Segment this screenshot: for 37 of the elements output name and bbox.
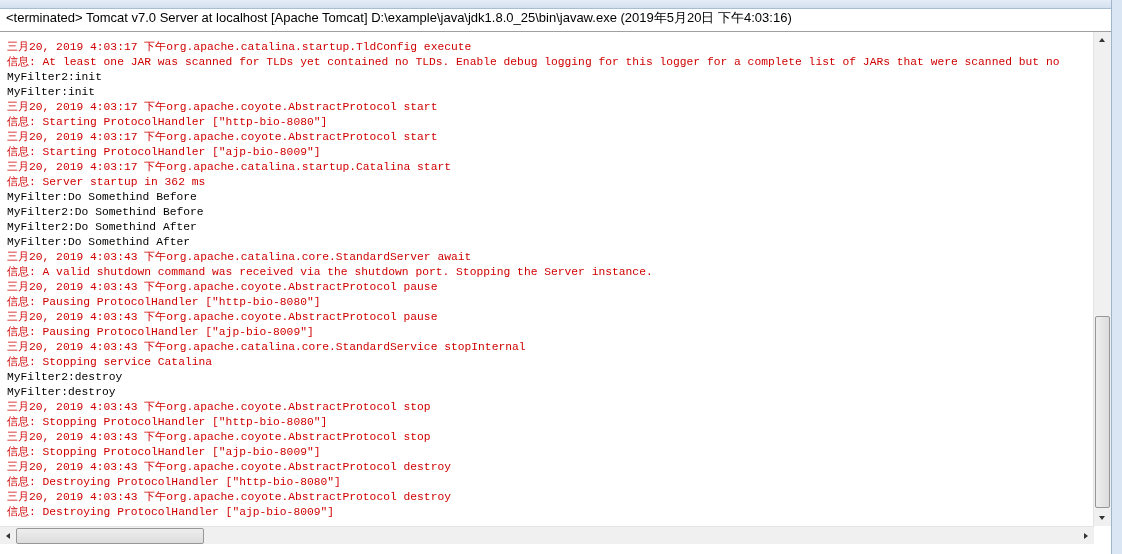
log-line: 信息: Stopping ProtocolHandler ["ajp-bio-8009"] [7,445,322,460]
log-line: 信息: Pausing ProtocolHandler ["http-bio-8080"] [7,295,322,310]
log-line: 信息: Destroying ProtocolHandler ["http-bio-8080"] [7,475,342,490]
log-line: 三月20, 2019 4:03:43 下午org.apache.coyote.AbstractProtocol destroy [7,460,452,475]
log-line: 信息: At least one JAR was scanned for TLDs yet contained no TLDs. Enable debug logging for this logger for a complete list of JARs that were scanned but no [7,55,1061,70]
log-line: 三月20, 2019 4:03:43 下午org.apache.catalina.core.StandardServer await [7,250,473,265]
horizontal-scrollbar[interactable] [0,526,1094,544]
log-line: 三月20, 2019 4:03:17 下午org.apache.catalina.startup.Catalina start [7,160,452,175]
vertical-scrollbar[interactable] [1093,32,1111,526]
log-line: 三月20, 2019 4:03:43 下午org.apache.coyote.AbstractProtocol pause [7,310,439,325]
log-line: MyFilter:Do Somethind After [7,235,192,250]
log-line: 三月20, 2019 4:03:17 下午org.apache.catalina.startup.TldConfig execute [7,40,473,55]
log-line: 信息: Stopping service Catalina [7,355,214,370]
log-line: 三月20, 2019 4:03:43 下午org.apache.coyote.AbstractProtocol stop [7,400,432,415]
log-line: 信息: Starting ProtocolHandler ["ajp-bio-8009"] [7,145,322,160]
log-line: 三月20, 2019 4:03:17 下午org.apache.coyote.AbstractProtocol start [7,100,439,115]
scroll-thumb[interactable] [16,527,204,544]
log-line: MyFilter2:Do Somethind Before [7,205,205,220]
log-line: 信息: Pausing ProtocolHandler ["ajp-bio-8009"] [7,325,315,340]
log-line: MyFilter2:destroy [7,370,124,385]
log-line: 三月20, 2019 4:03:43 下午org.apache.catalina.core.StandardService stopInternal [7,340,527,355]
log-line: 三月20, 2019 4:03:17 下午org.apache.coyote.AbstractProtocol start [7,130,439,145]
log-line: 信息: Destroying ProtocolHandler ["ajp-bio-8009"] [7,505,336,520]
log-line: 三月20, 2019 4:03:43 下午org.apache.coyote.AbstractProtocol pause [7,280,439,295]
log-line: 信息: Stopping ProtocolHandler ["http-bio-8080"] [7,415,329,430]
log-line: 三月20, 2019 4:03:43 下午org.apache.coyote.AbstractProtocol stop [7,430,432,445]
log-line: MyFilter:init [7,85,97,100]
log-line: 三月20, 2019 4:03:43 下午org.apache.coyote.AbstractProtocol destroy [7,490,452,505]
log-line: MyFilter2:init [7,70,103,85]
log-line: 信息: Starting ProtocolHandler ["http-bio-8080"] [7,115,329,130]
log-line: MyFilter2:Do Somethind After [7,220,198,235]
scroll-thumb[interactable] [1095,316,1110,508]
log-line: MyFilter:Do Somethind Before [7,190,198,205]
console-title: <terminated> Tomcat v7.0 Server at localhost [Apache Tomcat] D:\example\java\jdk1.8.0_25\bin\javaw.exe (2019年5月20日 下午4:03:16) [0,9,1111,32]
log-line: 信息: Server startup in 362 ms [7,175,207,190]
log-line: MyFilter:destroy [7,385,117,400]
log-line: 信息: A valid shutdown command was received via the shutdown port. Stopping the Server instance. [7,265,654,280]
